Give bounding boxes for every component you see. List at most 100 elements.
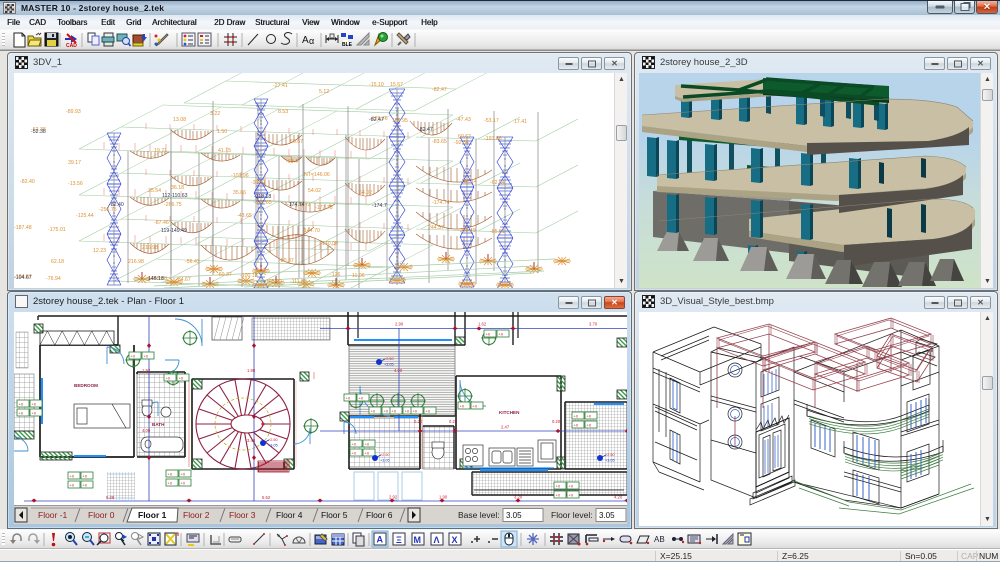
svg-text:39.17: 39.17 — [68, 160, 81, 166]
svg-text:-241.65: -241.65 — [254, 200, 272, 206]
svg-text:+0: +0 — [359, 396, 364, 401]
svg-text:-126: -126 — [330, 272, 340, 278]
svg-text:+0: +0 — [19, 402, 24, 407]
svg-text:+0: +0 — [556, 493, 561, 498]
svg-text:-84.67: -84.67 — [176, 277, 191, 283]
svg-text:-53.17: -53.17 — [484, 118, 499, 124]
svg-text:4.00: 4.00 — [394, 368, 403, 373]
svg-text:+0: +0 — [574, 414, 579, 419]
svg-text:+0: +0 — [168, 481, 173, 486]
svg-text:12.23: 12.23 — [93, 248, 106, 254]
svg-text:8.53: 8.53 — [278, 109, 288, 115]
svg-text:NT=146.06: NT=146.06 — [304, 172, 330, 178]
svg-text:BATH: BATH — [152, 422, 165, 427]
svg-text:+0: +0 — [426, 409, 431, 414]
svg-text:+0: +0 — [365, 451, 370, 456]
svg-text:BLE: BLE — [342, 42, 353, 48]
svg-text:-177.78: -177.78 — [315, 205, 333, 211]
svg-text:-174.74: -174.74 — [287, 202, 305, 208]
svg-text:Floor 2: Floor 2 — [183, 510, 210, 520]
svg-text:3.43: 3.43 — [247, 438, 256, 443]
svg-text:3.70: 3.70 — [589, 322, 598, 327]
svg-text:4.00: 4.00 — [142, 428, 151, 433]
svg-text:+0: +0 — [352, 442, 357, 447]
svg-text:-80.37: -80.37 — [279, 258, 294, 264]
svg-text:Floor -1: Floor -1 — [38, 510, 68, 520]
svg-text:+0: +0 — [413, 409, 418, 414]
svg-text:Floor 3: Floor 3 — [229, 510, 256, 520]
svg-text:-266.75: -266.75 — [164, 202, 182, 208]
svg-text:+0: +0 — [569, 484, 574, 489]
svg-text:-33.93: -33.93 — [251, 180, 266, 186]
svg-text:-87.46: -87.46 — [154, 220, 169, 226]
svg-text:+0: +0 — [181, 481, 186, 486]
svg-text:19.71: 19.71 — [154, 148, 167, 154]
svg-text:-13.56: -13.56 — [68, 181, 83, 187]
svg-text:-174.74: -174.74 — [432, 200, 450, 206]
svg-text:140.05: 140.05 — [322, 241, 338, 247]
svg-text:119-149.49: 119-149.49 — [161, 228, 187, 234]
svg-text:-187.48: -187.48 — [14, 225, 32, 231]
svg-text:+0: +0 — [83, 474, 88, 479]
svg-text:15.67: 15.67 — [390, 82, 403, 88]
svg-text:+0: +0 — [405, 409, 410, 414]
svg-text:-175.01: -175.01 — [48, 227, 66, 233]
svg-text:62.18: 62.18 — [51, 259, 64, 265]
svg-text:-62.64: -62.64 — [490, 180, 505, 186]
svg-text:Floor 1: Floor 1 — [138, 510, 167, 520]
svg-text:66.67: 66.67 — [290, 139, 303, 145]
svg-text:-27.41: -27.41 — [273, 83, 288, 89]
svg-text:5.12: 5.12 — [319, 89, 329, 95]
svg-text:CAD: CAD — [66, 43, 77, 49]
svg-text:-56.43: -56.43 — [185, 259, 200, 265]
svg-text:KITCHEN: KITCHEN — [499, 410, 520, 415]
svg-text:64.02: 64.02 — [359, 190, 372, 196]
svg-text:2.92: 2.92 — [389, 495, 398, 500]
svg-text:-125.44: -125.44 — [76, 213, 94, 219]
svg-text:+0: +0 — [70, 483, 75, 488]
svg-text:13.08: 13.08 — [173, 117, 186, 123]
svg-text:-47.43: -47.43 — [456, 117, 471, 123]
svg-text:-82.47: -82.47 — [418, 127, 433, 133]
svg-text:5.28: 5.28 — [106, 495, 115, 500]
svg-text:+0: +0 — [32, 402, 37, 407]
svg-text:144.70: 144.70 — [304, 228, 320, 234]
svg-text:-82.47: -82.47 — [369, 117, 384, 123]
svg-text:-15.10: -15.10 — [369, 82, 384, 88]
svg-text:M: M — [414, 535, 422, 545]
svg-text:17.41: 17.41 — [514, 119, 527, 125]
svg-text:A: A — [302, 35, 309, 46]
svg-text:-92.34: -92.34 — [454, 140, 469, 146]
svg-text:-100.18: -100.18 — [240, 273, 258, 279]
svg-text:Λ: Λ — [434, 535, 440, 545]
svg-text:+0: +0 — [179, 376, 184, 381]
svg-text:-82.40: -82.40 — [109, 202, 124, 208]
svg-text:A: A — [377, 535, 384, 545]
svg-text:+0: +0 — [168, 472, 173, 477]
svg-text:Floor level:: Floor level: — [551, 510, 593, 520]
svg-text:+3.05: +3.05 — [380, 459, 390, 463]
svg-text:-104.67: -104.67 — [14, 275, 32, 281]
svg-text:2.90: 2.90 — [395, 322, 404, 327]
svg-text:+3.05: +3.05 — [605, 459, 615, 463]
svg-text:+0: +0 — [371, 409, 376, 414]
svg-text:+0: +0 — [587, 414, 592, 419]
svg-text:-103.96: -103.96 — [231, 173, 249, 179]
svg-text:-174.7: -174.7 — [372, 203, 387, 209]
svg-text:+2.50: +2.50 — [380, 453, 390, 457]
svg-text:3.05: 3.05 — [506, 511, 522, 520]
svg-text:216.98: 216.98 — [142, 245, 158, 251]
svg-text:-85.51: -85.51 — [490, 229, 505, 235]
svg-text:BEDROOM: BEDROOM — [74, 383, 98, 388]
svg-text:+0: +0 — [569, 493, 574, 498]
svg-text:11.06: 11.06 — [352, 273, 365, 279]
svg-text:+3.05: +3.05 — [268, 444, 278, 448]
svg-text:-118.18: -118.18 — [254, 194, 271, 200]
svg-text:+2.50: +2.50 — [268, 438, 278, 442]
svg-text:Χ: Χ — [452, 535, 458, 545]
svg-text:164.95: 164.95 — [392, 118, 408, 124]
svg-text:35.86: 35.86 — [233, 190, 246, 196]
svg-text:+0: +0 — [499, 332, 504, 337]
svg-text:35.54: 35.54 — [148, 188, 161, 194]
svg-text:-105.40: -105.40 — [264, 279, 282, 285]
